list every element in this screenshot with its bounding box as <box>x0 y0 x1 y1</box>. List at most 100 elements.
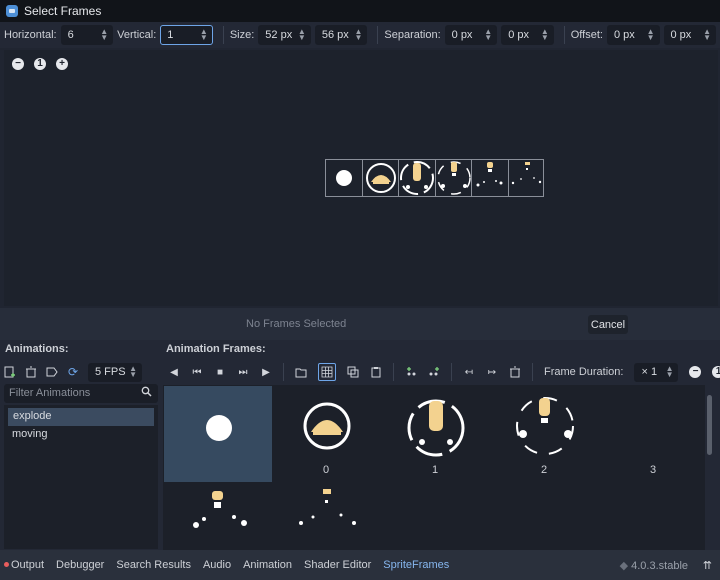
tab-search-results[interactable]: Search Results <box>116 559 191 571</box>
frame-tile-0[interactable]: 0 <box>164 386 329 482</box>
sheet-cell-2[interactable] <box>399 160 436 196</box>
zoom-reset-button[interactable]: 1 <box>34 58 46 70</box>
sheet-cell-3[interactable] <box>436 160 472 196</box>
divider <box>451 363 452 381</box>
expand-panel-icon[interactable]: ⇈ <box>703 559 712 572</box>
frame-duration-spinbox[interactable]: × 1 ▲ ▼ <box>634 362 679 382</box>
vertical-label: Vertical: <box>117 29 157 41</box>
play-from-start-icon[interactable]: ⏭ <box>237 366 249 378</box>
animation-list: explode moving <box>4 405 158 549</box>
zoom-controls: − 1 + <box>12 58 68 70</box>
size-height-spinbox[interactable]: 56 px ▲ ▼ <box>314 25 368 45</box>
offset-x-spinbox[interactable]: 0 px ▲ ▼ <box>606 25 660 45</box>
load-from-sheet-icon[interactable] <box>318 363 336 381</box>
delete-animation-icon[interactable] <box>25 366 37 378</box>
play-backwards-icon[interactable]: ◀ <box>168 366 180 378</box>
filter-animations-input[interactable]: Filter Animations <box>4 384 158 403</box>
tab-shader-editor[interactable]: Shader Editor <box>304 559 371 571</box>
divider <box>532 363 533 381</box>
frame-duration-label: Frame Duration: <box>544 366 624 378</box>
size-width-spinbox[interactable]: 52 px ▲ ▼ <box>258 25 311 45</box>
updown-icon[interactable]: ▲ ▼ <box>703 28 711 42</box>
frames-toolbar: ◀ ⏮ ■ ⏭ ▶ ↤ ↦ Frame Duration: × 1 ▲ ▼ − 1 … <box>168 362 720 382</box>
updown-icon[interactable]: ▲ ▼ <box>298 28 306 42</box>
copy-frame-icon[interactable] <box>347 366 359 378</box>
animations-toolbar: ⟳ 5 FPS ▲ ▼ <box>4 362 142 382</box>
divider <box>393 363 394 381</box>
load-frames-icon[interactable] <box>295 366 307 378</box>
animation-item-moving[interactable]: moving <box>4 426 158 444</box>
sheet-cell-1[interactable] <box>363 160 399 196</box>
play-backwards-from-end-icon[interactable]: ⏮ <box>191 366 203 378</box>
updown-icon[interactable]: ▲ ▼ <box>666 365 674 379</box>
sprite-frame-image <box>206 415 232 441</box>
size-label: Size: <box>229 29 255 41</box>
sprite-sheet-grid <box>325 159 544 197</box>
frame-tile-3[interactable]: 3 <box>491 386 656 482</box>
updown-icon[interactable]: ▲ ▼ <box>647 28 655 42</box>
sprite-frame-image <box>193 491 247 528</box>
insert-after-icon[interactable] <box>428 366 440 378</box>
tab-debugger[interactable]: Debugger <box>56 559 104 571</box>
separation-label: Separation: <box>384 29 441 41</box>
frame-tile-1[interactable]: 1 <box>273 386 438 482</box>
updown-icon[interactable]: ▲ ▼ <box>129 365 137 379</box>
godot-version-icon: ◆ <box>619 559 632 572</box>
sprite-frame-image <box>511 162 541 185</box>
sheet-cell-0[interactable] <box>326 160 363 196</box>
autoplay-icon[interactable] <box>46 366 58 378</box>
search-icon <box>141 386 152 400</box>
sprite-frame-image <box>516 397 574 455</box>
new-animation-icon[interactable] <box>4 366 16 378</box>
sprite-frame-image <box>400 161 434 195</box>
vertical-spinbox[interactable]: 1 ▲ ▼ <box>160 25 213 45</box>
zoom-out-button[interactable]: − <box>12 58 24 70</box>
zoom-out-button[interactable]: − <box>689 366 702 378</box>
sheet-cell-4[interactable] <box>472 160 509 196</box>
frame-tile-2[interactable]: 2 <box>382 386 547 482</box>
tab-output[interactable]: Output <box>4 559 44 571</box>
horizontal-spinbox[interactable]: 6 ▲ ▼ <box>60 25 114 45</box>
sprite-frame-image <box>407 399 465 457</box>
loop-icon[interactable]: ⟳ <box>67 365 79 379</box>
offset-y-spinbox[interactable]: 0 px ▲ ▼ <box>663 25 717 45</box>
separation-x-spinbox[interactable]: 0 px ▲ ▼ <box>444 25 498 45</box>
zoom-reset-button[interactable]: 1 <box>712 366 720 378</box>
dialog-title: Select Frames <box>24 4 102 18</box>
updown-icon[interactable]: ▲ ▼ <box>354 28 362 42</box>
tab-audio[interactable]: Audio <box>203 559 231 571</box>
move-right-icon[interactable]: ↦ <box>486 366 498 378</box>
sprite-frame-image <box>299 489 356 525</box>
stop-icon[interactable]: ■ <box>214 366 226 378</box>
frame-tile-4[interactable] <box>164 483 272 549</box>
updown-icon[interactable]: ▲ ▼ <box>541 28 549 42</box>
sprite-frame-image <box>365 163 396 193</box>
play-icon[interactable]: ▶ <box>260 366 272 378</box>
zoom-in-button[interactable]: + <box>56 58 68 70</box>
insert-before-icon[interactable] <box>405 366 417 378</box>
version-label: ◆ 4.0.3.stable <box>619 559 688 572</box>
slice-toolbar: Horizontal: 6 ▲ ▼ Vertical: 1 ▲ ▼ Size: 52 p… <box>0 22 720 48</box>
animation-frames-header: Animation Frames: <box>166 343 266 355</box>
cancel-button[interactable]: Cancel <box>588 315 628 334</box>
updown-icon[interactable]: ▲ ▼ <box>200 28 208 42</box>
divider <box>563 26 565 44</box>
horizontal-label: Horizontal: <box>4 29 57 41</box>
updown-icon[interactable]: ▲ ▼ <box>100 28 108 42</box>
sheet-cell-5[interactable] <box>509 160 545 196</box>
frame-tile-5[interactable] <box>273 483 381 549</box>
paste-frame-icon[interactable] <box>370 366 382 378</box>
godot-logo-icon <box>6 5 18 17</box>
move-left-icon[interactable]: ↤ <box>463 366 475 378</box>
delete-frame-icon[interactable] <box>509 366 521 378</box>
tab-spriteframes[interactable]: SpriteFrames <box>383 559 449 571</box>
divider <box>377 26 379 44</box>
fps-spinbox[interactable]: 5 FPS ▲ ▼ <box>88 362 142 382</box>
animation-frames-grid: 0 1 2 3 <box>163 385 705 550</box>
selection-status-text: No Frames Selected <box>246 318 347 330</box>
frames-scrollbar[interactable] <box>707 395 712 455</box>
tab-animation[interactable]: Animation <box>243 559 292 571</box>
separation-y-spinbox[interactable]: 0 px ▲ ▼ <box>501 25 554 45</box>
animation-item-explode[interactable]: explode <box>8 408 154 426</box>
updown-icon[interactable]: ▲ ▼ <box>484 28 492 42</box>
